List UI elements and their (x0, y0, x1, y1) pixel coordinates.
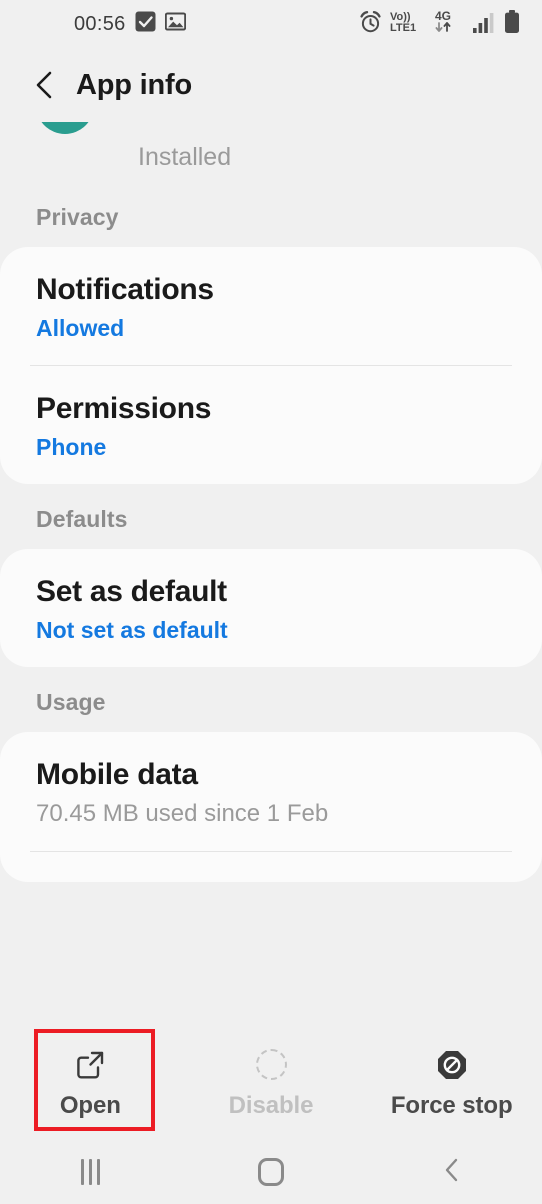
row-title: Notifications (36, 273, 214, 306)
row-subtitle: 70.45 MB used since 1 Feb (36, 799, 329, 827)
row-title: Permissions (36, 392, 212, 426)
external-link-icon (71, 1048, 109, 1082)
recents-button[interactable] (0, 1159, 181, 1185)
settings-row-permissions[interactable]: Permissions Phone (0, 366, 542, 484)
volte-lte1-icon: Vo)) LTE1 (389, 9, 427, 39)
open-button[interactable]: Open (0, 1027, 181, 1140)
install-status-label: Installed (138, 143, 232, 171)
dashed-circle-icon (252, 1048, 290, 1082)
alarm-icon (359, 11, 382, 39)
row-subtitle: Phone (36, 433, 107, 460)
privacy-card: Notifications Allowed Permissions Phone (0, 247, 542, 485)
app-icon (36, 122, 94, 174)
row-subtitle: Not set as default (36, 616, 228, 643)
app-action-bar: Open Disable Force stop (0, 1027, 542, 1140)
row-subtitle: Allowed (36, 314, 125, 341)
settings-row-set-as-default[interactable]: Set as default Not set as default (0, 549, 542, 667)
disable-button-label: Disable (228, 1091, 314, 1119)
settings-scroll-area[interactable]: Installed Privacy Notifications Allowed … (0, 122, 542, 1027)
settings-row-notifications[interactable]: Notifications Allowed (0, 247, 542, 365)
back-button[interactable] (361, 1157, 542, 1188)
home-icon (258, 1158, 284, 1186)
home-button[interactable] (181, 1158, 362, 1186)
svg-text:4G: 4G (435, 9, 451, 23)
page-title: App info (76, 68, 192, 101)
back-icon (441, 1157, 463, 1188)
checkbox-filled-icon (135, 11, 156, 37)
force-stop-octagon-icon (433, 1048, 471, 1082)
status-clock: 00:56 (74, 12, 126, 35)
usage-card: Mobile data 70.45 MB used since 1 Feb (0, 732, 542, 883)
phone-screen: 00:56 Vo)) LTE1 4G App info Installed Pr… (0, 0, 542, 1204)
force-stop-button[interactable]: Force stop (361, 1027, 542, 1140)
app-bar: App info (0, 48, 542, 122)
status-bar-right: Vo)) LTE1 4G (359, 9, 520, 39)
row-title: Mobile data (36, 758, 198, 792)
settings-row-mobile-data[interactable]: Mobile data 70.45 MB used since 1 Feb (0, 732, 542, 851)
section-header-usage: Usage (36, 689, 106, 716)
open-button-label: Open (59, 1091, 121, 1119)
chevron-left-icon[interactable] (28, 68, 62, 102)
system-navigation-bar (0, 1140, 542, 1204)
status-bar-left: 00:56 (74, 11, 186, 37)
section-header-defaults: Defaults (36, 506, 128, 533)
force-stop-button-label: Force stop (390, 1091, 513, 1119)
svg-text:LTE1: LTE1 (390, 22, 416, 34)
defaults-card: Set as default Not set as default (0, 549, 542, 668)
disable-button: Disable (181, 1027, 362, 1140)
row-title: Set as default (36, 575, 227, 609)
4g-data-icon: 4G (434, 9, 466, 39)
status-bar: 00:56 Vo)) LTE1 4G (0, 0, 542, 48)
app-summary-row[interactable]: Installed (0, 122, 542, 182)
signal-bars-icon (473, 12, 497, 39)
section-header-privacy: Privacy (36, 204, 119, 230)
recents-icon (80, 1159, 100, 1185)
image-icon (164, 11, 186, 37)
battery-full-icon (504, 10, 520, 39)
